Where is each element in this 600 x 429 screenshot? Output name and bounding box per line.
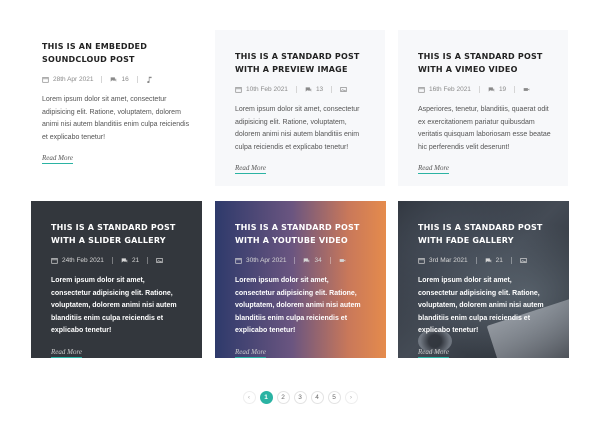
pagination-page-5[interactable]: 5: [327, 391, 341, 404]
comment-count[interactable]: 34: [314, 257, 321, 264]
comment-count[interactable]: 21: [496, 257, 503, 264]
post-excerpt: Lorem ipsum dolor sit amet, consectetur …: [51, 277, 177, 334]
post-excerpt: Lorem ipsum dolor sit amet, consectetur …: [418, 277, 544, 334]
post-title[interactable]: THIS IS A STANDARD POST WITH A PREVIEW I…: [235, 50, 369, 76]
read-more-link[interactable]: Read More: [418, 348, 450, 358]
post-meta: 10th Feb 2021 13: [235, 84, 369, 94]
comment-count[interactable]: 16: [121, 76, 128, 83]
image-icon: [156, 257, 163, 263]
video-icon: [339, 258, 346, 262]
pagination: ‹ 1 2 3 4 5 ›: [0, 391, 600, 404]
post-meta: 16th Feb 2021 19: [418, 84, 552, 94]
post-title[interactable]: THIS IS AN EMBEDDED SOUNDCLOUD POST: [42, 40, 192, 66]
post-date: 28th Apr 2021: [53, 75, 94, 83]
post-card-soundcloud: THIS IS AN EMBEDDED SOUNDCLOUD POST 28th…: [22, 28, 208, 188]
pagination-page-4[interactable]: 4: [310, 391, 324, 404]
post-title[interactable]: THIS IS A STANDARD POST WITH A SLIDER GA…: [51, 221, 186, 247]
comment-count[interactable]: 21: [132, 257, 139, 264]
music-note-icon: [147, 76, 152, 83]
post-date: 30th Apr 2021: [246, 256, 287, 264]
video-icon: [523, 87, 530, 91]
post-excerpt: Lorem ipsum dolor sit amet, consectetur …: [235, 106, 360, 151]
pagination-next-button[interactable]: ›: [344, 391, 358, 404]
post-excerpt: Lorem ipsum dolor sit amet, consectetur …: [235, 277, 361, 334]
pagination-page-1[interactable]: 1: [259, 391, 273, 404]
pagination-prev-button[interactable]: ‹: [242, 391, 256, 404]
post-date: 10th Feb 2021: [246, 85, 288, 93]
post-meta: 30th Apr 2021 34: [235, 255, 370, 265]
comments-icon: [485, 257, 491, 263]
post-excerpt: Lorem ipsum dolor sit amet, consectetur …: [42, 96, 190, 141]
post-date: 24th Feb 2021: [62, 256, 104, 264]
read-more-link[interactable]: Read More: [235, 348, 267, 358]
calendar-icon: [235, 257, 242, 264]
comment-count[interactable]: 19: [499, 86, 506, 93]
post-title[interactable]: THIS IS A STANDARD POST WITH A YOUTUBE V…: [235, 221, 370, 247]
post-card-preview-image: THIS IS A STANDARD POST WITH A PREVIEW I…: [215, 30, 385, 186]
post-card-vimeo: THIS IS A STANDARD POST WITH A VIMEO VID…: [398, 30, 568, 186]
post-card-slider-gallery: THIS IS A STANDARD POST WITH A SLIDER GA…: [31, 201, 202, 358]
post-meta: 3rd Mar 2021 21: [418, 255, 553, 265]
post-excerpt: Asperiores, tenetur, blanditiis, quaerat…: [418, 106, 551, 151]
post-title[interactable]: THIS IS A STANDARD POST WITH A VIMEO VID…: [418, 50, 552, 76]
comments-icon: [304, 257, 310, 263]
image-icon: [520, 257, 527, 263]
post-meta: 24th Feb 2021 21: [51, 255, 186, 265]
calendar-icon: [418, 86, 425, 93]
post-title[interactable]: THIS IS A STANDARD POST WITH FADE GALLER…: [418, 221, 553, 247]
post-meta: 28th Apr 2021 16: [42, 74, 192, 84]
calendar-icon: [42, 76, 49, 83]
comments-icon: [121, 257, 128, 263]
read-more-link[interactable]: Read More: [51, 348, 83, 358]
read-more-link[interactable]: Read More: [42, 154, 74, 164]
comments-icon: [488, 86, 495, 92]
comments-icon: [305, 86, 312, 92]
comment-count[interactable]: 13: [316, 86, 323, 93]
post-card-fade-gallery: THIS IS A STANDARD POST WITH FADE GALLER…: [398, 201, 569, 358]
calendar-icon: [235, 86, 242, 93]
pagination-page-3[interactable]: 3: [293, 391, 307, 404]
calendar-icon: [418, 257, 425, 264]
post-card-youtube-video: THIS IS A STANDARD POST WITH A YOUTUBE V…: [215, 201, 386, 358]
pagination-page-2[interactable]: 2: [276, 391, 290, 404]
read-more-link[interactable]: Read More: [235, 164, 267, 174]
comments-icon: [111, 76, 117, 82]
post-date: 3rd Mar 2021: [429, 256, 468, 264]
image-icon: [340, 86, 347, 92]
read-more-link[interactable]: Read More: [418, 164, 450, 174]
post-date: 16th Feb 2021: [429, 85, 471, 93]
calendar-icon: [51, 257, 58, 264]
